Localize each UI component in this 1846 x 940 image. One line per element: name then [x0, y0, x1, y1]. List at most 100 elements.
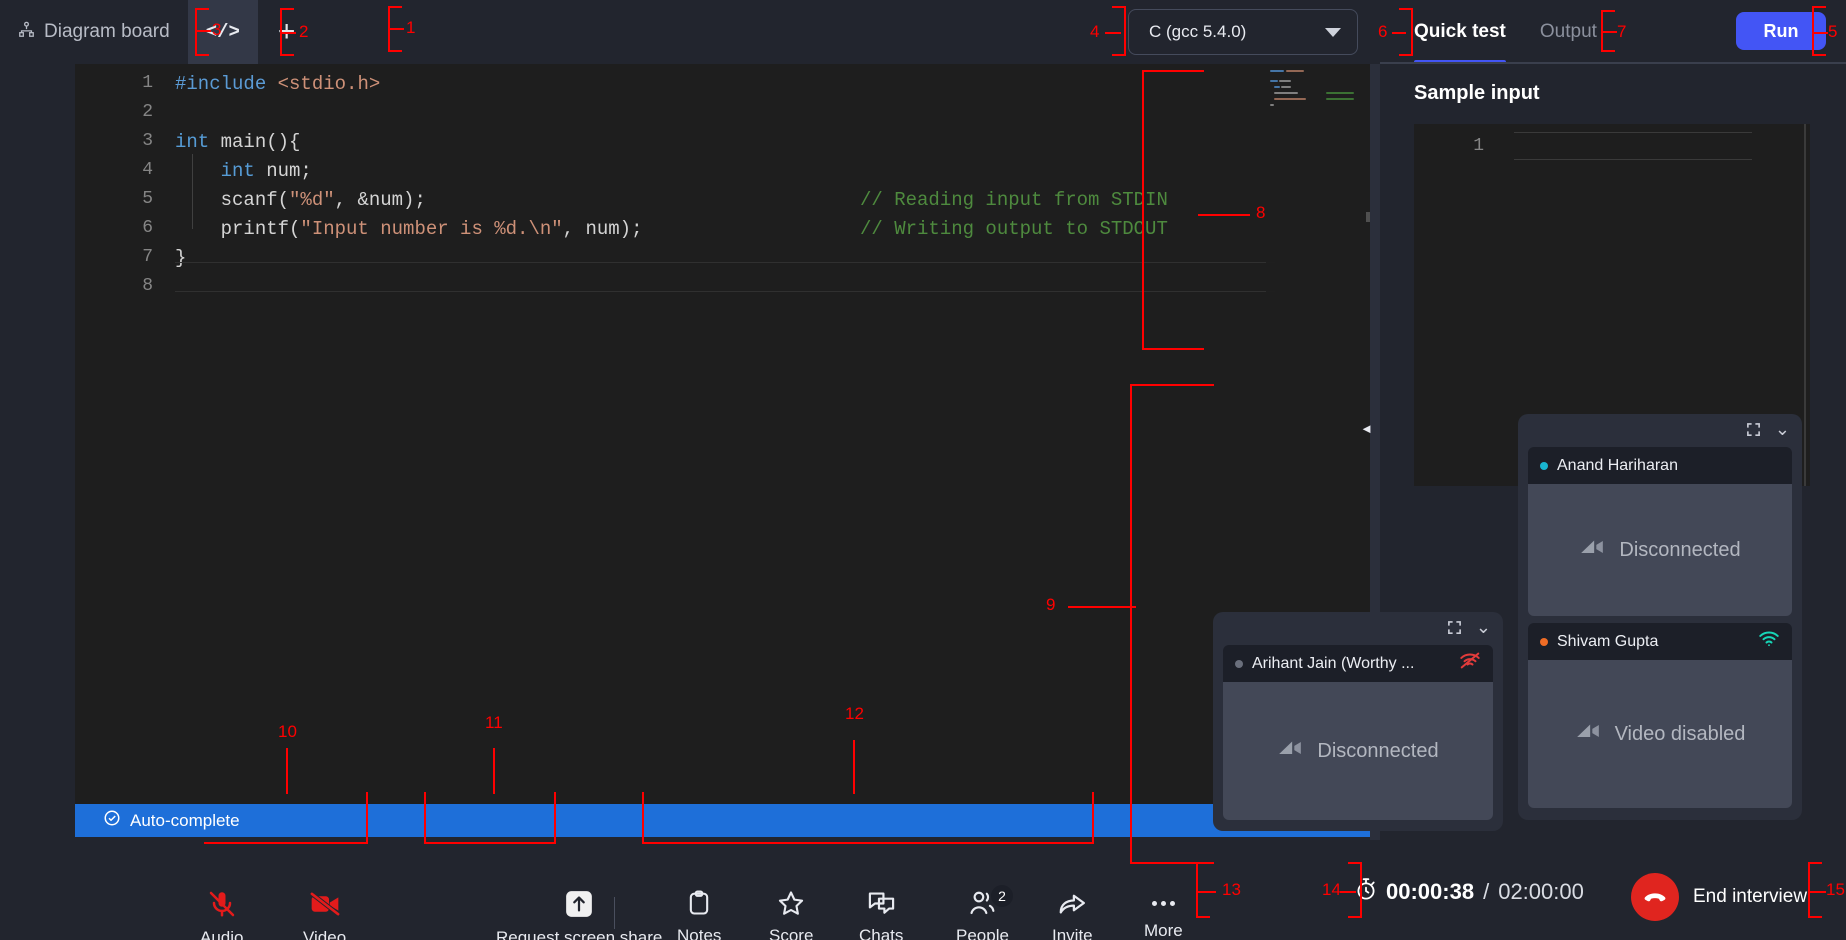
line-number: 7	[142, 247, 153, 267]
phone-hangup-icon	[1631, 873, 1679, 921]
chevron-down-icon[interactable]: ⌄	[1476, 618, 1491, 636]
video-off-icon	[1277, 738, 1303, 764]
code-line[interactable]: printf("Input number is %d.\n", num);	[175, 218, 643, 240]
toolbar-divider	[614, 897, 615, 929]
code-token: int	[175, 131, 221, 153]
video-status-label: Video disabled	[1614, 722, 1746, 745]
line-number: 6	[142, 218, 153, 238]
code-token: printf(	[175, 218, 301, 240]
participant-name: Shivam Gupta	[1557, 632, 1659, 650]
end-interview-label: End interview	[1693, 886, 1808, 907]
line-number: 1	[142, 73, 153, 93]
toolbar-notes-button[interactable]: Notes	[677, 889, 721, 940]
status-dot	[1540, 637, 1548, 646]
video-off-icon	[1575, 721, 1601, 747]
expand-icon[interactable]	[1447, 620, 1462, 635]
toolbar-people-button[interactable]: 2 People	[956, 885, 1013, 940]
code-line[interactable]: int main(){	[175, 131, 300, 153]
autocomplete-label: Auto-complete	[130, 810, 240, 830]
sample-input-title: Sample input	[1414, 82, 1540, 104]
run-button[interactable]: Run	[1736, 12, 1826, 50]
toolbar-chats-label: Chats	[859, 926, 904, 940]
toolbar-screen-share-label: Request screen share	[496, 928, 663, 940]
left-rail	[0, 0, 75, 883]
toolbar-more-label: More	[1144, 921, 1183, 940]
status-dot	[1235, 659, 1243, 668]
ellipsis-icon	[1151, 889, 1175, 917]
end-interview-button[interactable]: End interview	[1631, 873, 1807, 921]
wifi-on-icon	[1758, 630, 1780, 653]
video-off-icon	[309, 889, 341, 924]
tab-diagram-board[interactable]: Diagram board	[0, 0, 188, 64]
code-token: int	[220, 160, 267, 182]
participant-name: Anand Hariharan	[1557, 456, 1678, 474]
code-line[interactable]: scanf("%d", &num);	[175, 189, 426, 211]
video-tile-name-bar: Arihant Jain (Worthy ...	[1223, 645, 1493, 682]
tab-quick-test-label: Quick test	[1414, 21, 1506, 42]
code-editor[interactable]: 1 #include <stdio.h> 2 3 int main(){4 int nu…	[75, 64, 1378, 804]
chevron-down-icon[interactable]: ⌄	[1775, 420, 1790, 438]
code-token: "Input number is %d.\n"	[300, 218, 563, 240]
code-token: #include	[175, 73, 278, 95]
video-tile-controls: ⌄	[1746, 420, 1790, 438]
video-tile-group: ⌄ Anand Hariharan Disconnected Shivam Gu…	[1518, 414, 1802, 820]
toolbar-notes-label: Notes	[677, 926, 722, 940]
timer-separator: /	[1483, 879, 1490, 904]
video-status-label: Disconnected	[1619, 538, 1741, 561]
tab-output[interactable]: Output	[1540, 0, 1597, 64]
toolbar-more-button[interactable]: More	[1144, 889, 1183, 940]
video-tile-controls: ⌄	[1447, 618, 1491, 636]
code-token: "%d"	[289, 189, 335, 211]
toolbar-invite-button[interactable]: Invite	[1052, 889, 1093, 940]
code-token: , &num);	[334, 189, 426, 211]
sample-input-line-number: 1	[1473, 136, 1484, 156]
expand-icon[interactable]	[1746, 422, 1761, 437]
interview-timer: 00:00:38 / 02:00:00	[1355, 877, 1584, 907]
line-number: 5	[142, 189, 153, 209]
interview-platform-window: Diagram board </> + C (gcc 5.4.0) 1 #incl…	[0, 0, 1846, 940]
toolbar-score-button[interactable]: Score	[769, 889, 813, 940]
line-number: 2	[142, 102, 153, 122]
editor-topbar: Diagram board </> + C (gcc 5.4.0)	[0, 0, 1378, 64]
status-dot	[1540, 461, 1548, 470]
code-comment: // Reading input from STDIN	[860, 189, 1168, 211]
tab-code-editor[interactable]: </>	[187, 0, 258, 64]
notes-icon	[685, 889, 713, 922]
tab-quick-test[interactable]: Quick test	[1414, 0, 1506, 64]
line-number: 4	[142, 160, 153, 180]
current-line-highlight	[175, 262, 1275, 292]
video-status-label: Disconnected	[1317, 739, 1439, 762]
toolbar-chats-button[interactable]: Chats	[859, 889, 903, 940]
add-tab-button[interactable]: +	[258, 0, 316, 64]
toolbar-screen-share-button[interactable]: Request screen share	[496, 889, 662, 940]
code-token: num;	[266, 160, 312, 182]
share-arrow-icon	[1057, 889, 1087, 922]
mic-off-icon	[207, 889, 237, 924]
toolbar-audio-button[interactable]: Audio	[200, 889, 243, 940]
sample-input-field[interactable]	[1514, 132, 1752, 160]
tab-diagram-board-label: Diagram board	[44, 21, 170, 42]
code-line[interactable]: #include <stdio.h>	[175, 73, 380, 95]
sample-input-scrollbar[interactable]	[1804, 124, 1806, 486]
stopwatch-icon	[1355, 877, 1377, 907]
code-token: scanf(	[175, 189, 290, 211]
chat-icon	[867, 889, 896, 922]
video-tile-name-bar: Anand Hariharan	[1528, 447, 1792, 484]
language-select[interactable]: C (gcc 5.4.0)	[1128, 9, 1358, 55]
video-tile-body: Disconnected	[1223, 682, 1493, 820]
toolbar-people-label: People	[956, 926, 1009, 940]
code-token: , num);	[562, 218, 643, 240]
code-icon: </>	[205, 21, 240, 43]
toolbar-audio-label: Audio	[200, 928, 244, 940]
participant-name: Arihant Jain (Worthy ...	[1252, 654, 1415, 672]
code-line[interactable]: int num;	[175, 160, 312, 182]
video-tile-body: Disconnected	[1528, 484, 1792, 616]
video-tile-body: Video disabled	[1528, 660, 1792, 808]
screen-share-icon	[564, 889, 594, 924]
toolbar-video-button[interactable]: Video	[303, 889, 346, 940]
check-circle-icon	[103, 809, 121, 832]
code-token: <stdio.h>	[277, 73, 381, 95]
people-count-badge: 2	[990, 885, 1013, 907]
diagram-icon	[18, 21, 35, 44]
